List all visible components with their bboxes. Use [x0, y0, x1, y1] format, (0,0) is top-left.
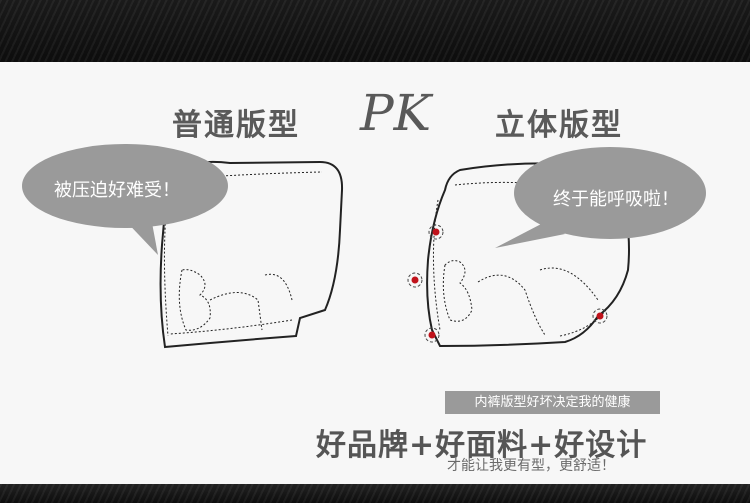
slogan-sub: 才能让我更有型，更舒适！ — [447, 458, 615, 474]
right-bubble-text: 终于能呼吸啦！ — [553, 189, 679, 210]
bottom-fabric-strip — [0, 484, 750, 503]
pressure-dot — [407, 272, 423, 288]
left-bubble-text: 被压迫好难受！ — [54, 180, 180, 201]
slogan-tag: 内裤版型好坏决定我的健康 — [445, 391, 660, 414]
pressure-dot — [428, 224, 444, 240]
